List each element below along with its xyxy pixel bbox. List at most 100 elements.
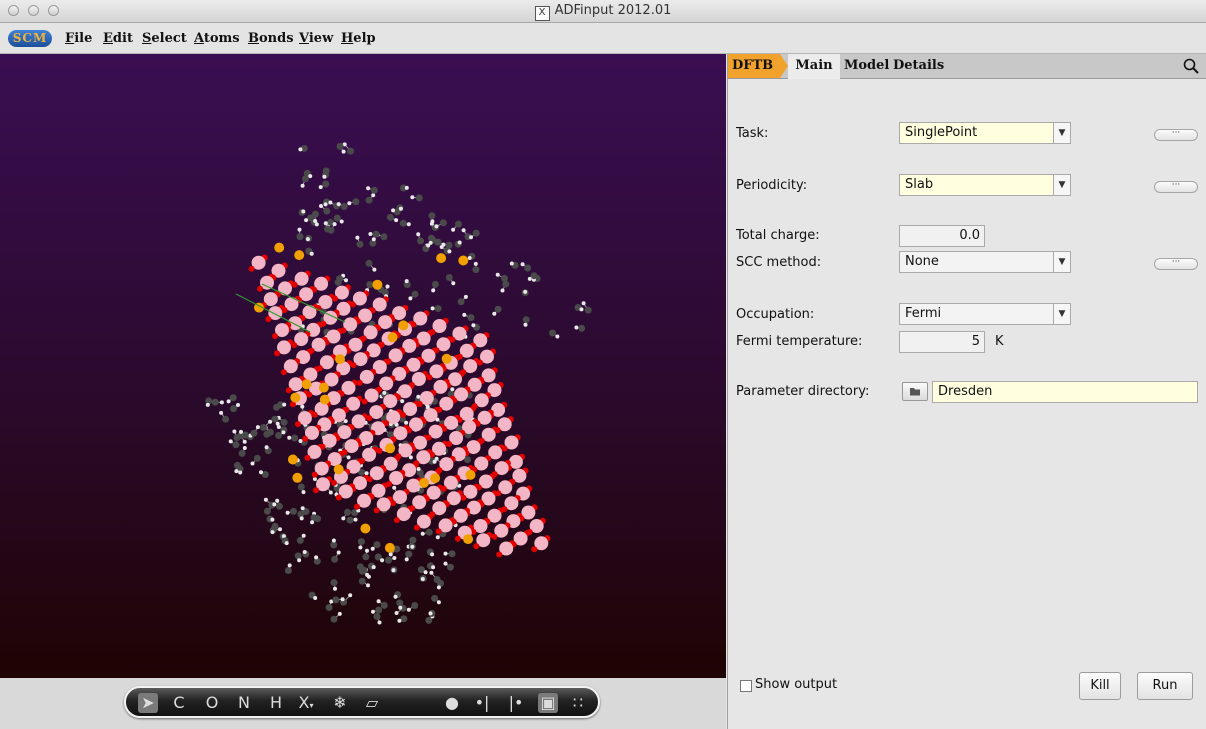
hydrogen-atom — [285, 510, 290, 515]
show-output-checkbox[interactable] — [740, 680, 752, 692]
window-title-text: ADFinput 2012.01 — [554, 3, 672, 18]
oxygen-tool-button[interactable]: O — [202, 693, 222, 713]
chevron-down-icon[interactable]: ▼ — [1053, 175, 1070, 195]
fit-view-icon[interactable]: ▣ — [538, 693, 558, 713]
menu-bar: SCM File Edit Select Atoms Bonds View He… — [0, 23, 1206, 54]
hydrogen-tool-button[interactable]: H — [266, 693, 286, 713]
hydrogen-atom — [336, 202, 341, 207]
carbon-atom — [549, 329, 556, 337]
menu-select[interactable]: Select — [142, 31, 187, 46]
hydrogen-atom — [302, 550, 307, 554]
carbon-atom — [373, 613, 381, 620]
kill-button[interactable]: Kill — [1079, 672, 1121, 700]
scc-method-select[interactable]: None ▼ — [899, 251, 1071, 273]
atom-1-icon[interactable]: ● — [442, 693, 462, 713]
menu-edit[interactable]: Edit — [103, 31, 133, 46]
carbon-atom — [386, 213, 394, 221]
other-element-button[interactable]: X▾ — [296, 693, 316, 713]
menu-file[interactable]: File — [65, 31, 92, 46]
carbon-atom — [230, 405, 237, 413]
hydrogen-atom — [430, 306, 435, 311]
select-arrow-icon[interactable]: ➤ — [138, 693, 158, 713]
run-button[interactable]: Run — [1137, 672, 1193, 700]
hydrogen-atom — [385, 284, 390, 289]
atom-3-icon[interactable]: |• — [506, 693, 526, 713]
tab-main[interactable]: Main — [788, 54, 840, 79]
task-more-button[interactable]: ··· — [1154, 129, 1198, 141]
tab-model[interactable]: Model — [844, 54, 889, 78]
fermi-temperature-input[interactable]: 5 — [899, 331, 985, 353]
hydrogen-atom — [314, 555, 319, 560]
oxygen-atom — [331, 479, 337, 486]
oxygen-atom — [248, 265, 255, 272]
hydrogen-atom — [429, 570, 434, 575]
chevron-down-icon[interactable]: ▼ — [1053, 304, 1070, 324]
hydrogen-atom — [341, 149, 346, 154]
molecule-structure[interactable] — [0, 54, 726, 678]
hydrogen-atom — [434, 456, 439, 461]
hydrogen-atom — [242, 446, 247, 450]
nitrogen-tool-button[interactable]: N — [234, 693, 254, 713]
parameter-directory-input[interactable]: Dresden — [932, 381, 1198, 403]
hydrogen-atom — [358, 545, 363, 550]
carbon-atom — [336, 275, 344, 283]
metal-atom — [398, 320, 409, 331]
carbon-atom — [360, 566, 368, 574]
carbon-tool-button[interactable]: C — [169, 693, 189, 713]
carbon-atom — [347, 147, 355, 155]
scm-logo-icon[interactable]: SCM — [8, 30, 52, 47]
hydrogen-atom — [339, 219, 344, 224]
tab-dftb[interactable]: DFTB — [728, 54, 780, 78]
periodicity-more-button[interactable]: ··· — [1154, 181, 1198, 193]
carbon-atom — [372, 230, 380, 238]
carbon-atom — [275, 502, 283, 510]
hydrogen-atom — [364, 471, 369, 476]
clusters-icon[interactable]: ∷ — [568, 693, 588, 713]
menu-help[interactable]: Help — [341, 31, 376, 46]
freeze-icon[interactable]: ❄ — [330, 693, 350, 713]
oxygen-atom — [354, 503, 360, 510]
tab-details[interactable]: Details — [893, 54, 944, 78]
plane-icon[interactable]: ▱ — [362, 693, 382, 713]
scc-method-more-button[interactable]: ··· — [1154, 258, 1198, 270]
carbon-atom — [296, 233, 304, 241]
oxygen-atom — [531, 546, 538, 553]
menu-bonds[interactable]: Bonds — [248, 31, 294, 46]
carbon-atom — [396, 599, 404, 607]
oxygen-atom — [272, 333, 278, 340]
carbon-atom — [310, 514, 318, 522]
hydrogen-atom — [298, 147, 303, 152]
hydrogen-atom — [398, 605, 403, 610]
hydrogen-atom — [299, 516, 304, 521]
hydrogen-atom — [301, 533, 306, 538]
oxygen-atom — [304, 454, 311, 461]
total-charge-input[interactable]: 0.0 — [899, 225, 985, 247]
hydrogen-atom — [219, 400, 224, 405]
folder-icon[interactable] — [902, 382, 928, 401]
hydrogen-atom — [388, 552, 393, 557]
menu-view[interactable]: View — [299, 31, 333, 46]
hydrogen-atom — [365, 548, 369, 553]
hydrogen-atom — [410, 544, 415, 549]
window-title: X ADFinput 2012.01 — [0, 3, 1206, 21]
carbon-atom — [411, 602, 419, 609]
hydrogen-atom — [205, 402, 210, 407]
carbon-atom — [385, 556, 392, 564]
chevron-down-icon[interactable]: ▼ — [1053, 123, 1070, 143]
hydrogen-atom — [309, 251, 314, 256]
oxygen-atom — [274, 350, 280, 357]
carbon-atom — [346, 516, 354, 524]
task-value: SinglePoint — [905, 125, 978, 140]
task-select[interactable]: SinglePoint ▼ — [899, 122, 1071, 144]
hydrogen-atom — [416, 467, 421, 471]
search-icon[interactable] — [1183, 58, 1199, 74]
carbon-atom — [330, 615, 338, 623]
chevron-down-icon[interactable]: ▼ — [1053, 252, 1070, 272]
hydrogen-atom — [451, 227, 456, 232]
occupation-select[interactable]: Fermi ▼ — [899, 303, 1071, 325]
atom-2-icon[interactable]: •| — [472, 693, 492, 713]
menu-atoms[interactable]: Atoms — [194, 31, 240, 46]
hydrogen-atom — [404, 420, 409, 425]
periodicity-select[interactable]: Slab ▼ — [899, 174, 1071, 196]
molecule-viewport[interactable] — [0, 54, 726, 678]
